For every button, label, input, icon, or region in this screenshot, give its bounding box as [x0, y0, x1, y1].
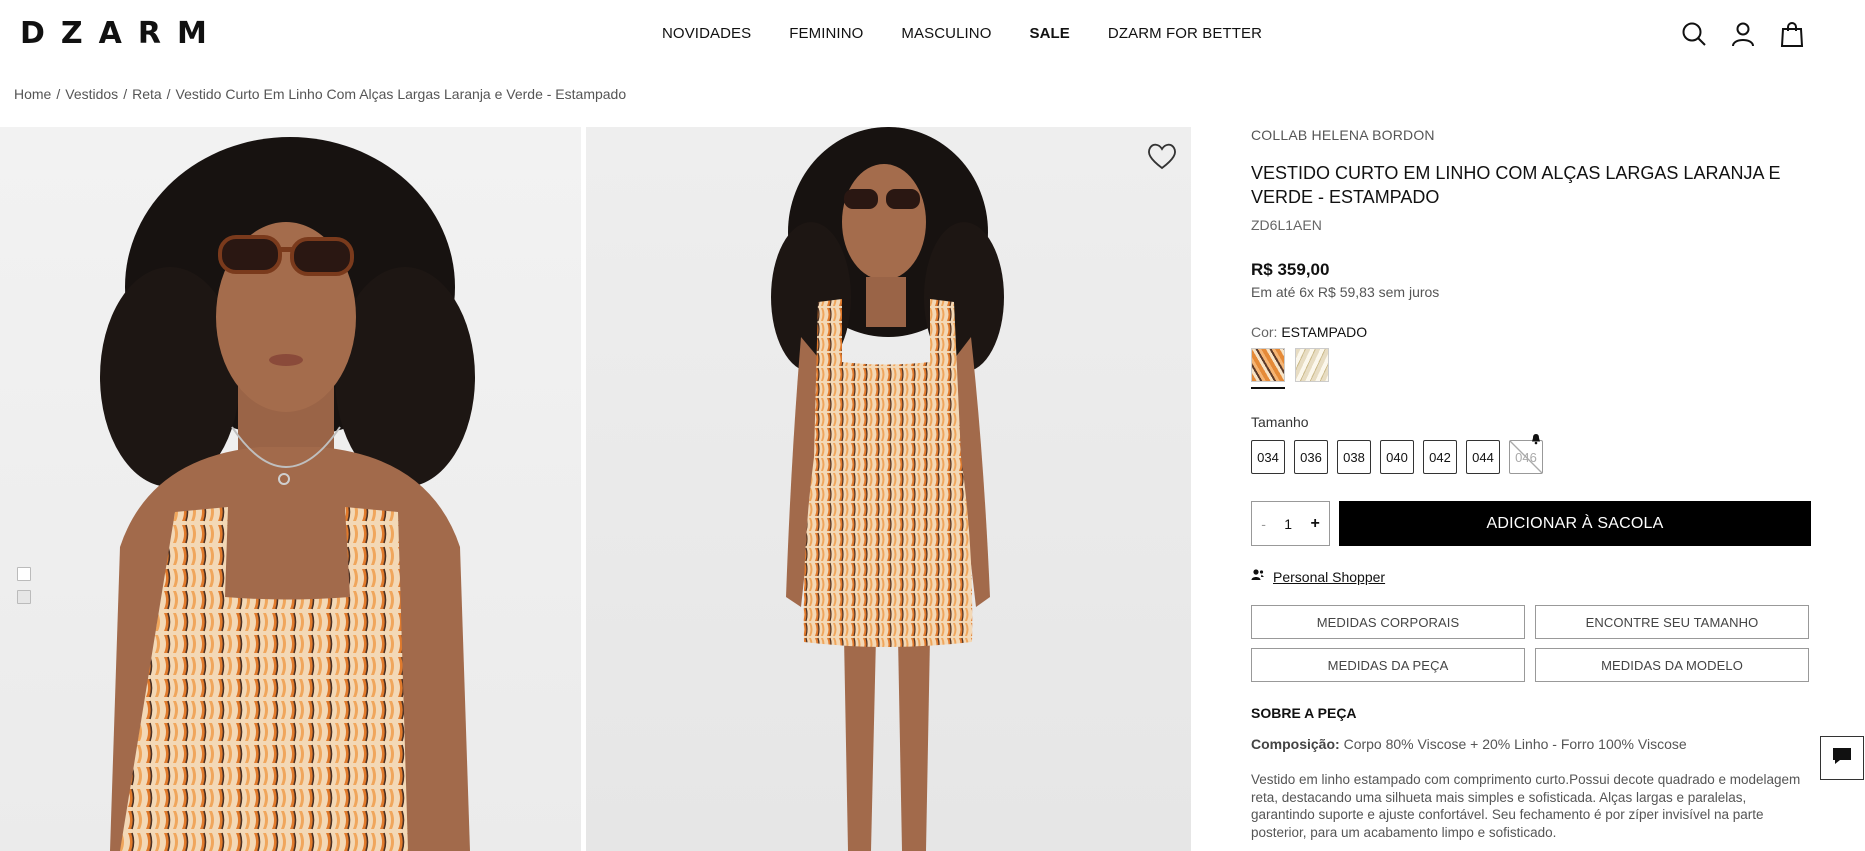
- nav-novidades[interactable]: NOVIDADES: [662, 25, 751, 42]
- quantity-value[interactable]: 1: [1284, 516, 1292, 532]
- breadcrumb-current: Vestido Curto Em Linho Com Alças Largas …: [175, 86, 627, 102]
- nav-sale[interactable]: SALE: [1030, 25, 1070, 42]
- breadcrumb-home[interactable]: Home: [14, 86, 51, 102]
- bag-icon[interactable]: [1778, 20, 1806, 48]
- breadcrumb-separator: /: [123, 86, 128, 102]
- chat-icon: [1831, 746, 1853, 771]
- measure-buttons: MEDIDAS CORPORAIS ENCONTRE SEU TAMANHO M…: [1251, 605, 1809, 682]
- nav-dzarm-for-better[interactable]: DZARM FOR BETTER: [1108, 25, 1262, 42]
- body-measurements-button[interactable]: MEDIDAS CORPORAIS: [1251, 605, 1525, 639]
- header-actions: [1680, 20, 1806, 48]
- quantity-decrease-button[interactable]: -: [1261, 516, 1266, 532]
- swatch-estampado[interactable]: [1251, 348, 1285, 389]
- image-dot[interactable]: [17, 590, 31, 604]
- swatch-alternate[interactable]: [1295, 348, 1329, 382]
- brand-logo[interactable]: DZARM: [20, 19, 223, 49]
- size-option[interactable]: 038: [1337, 440, 1371, 474]
- heart-icon[interactable]: [1146, 141, 1178, 171]
- nav-feminino[interactable]: FEMININO: [789, 25, 863, 42]
- personal-shopper-icon: [1251, 568, 1265, 585]
- product-sku: ZD6L1AEN: [1251, 217, 1322, 233]
- breadcrumb-separator: /: [56, 86, 61, 102]
- composition-label: Composição:: [1251, 736, 1340, 752]
- size-option[interactable]: 040: [1380, 440, 1414, 474]
- size-option[interactable]: 034: [1251, 440, 1285, 474]
- composition: Composição: Corpo 80% Viscose + 20% Linh…: [1251, 736, 1687, 752]
- product-info: COLLAB HELENA BORDON VESTIDO CURTO EM LI…: [1251, 127, 1811, 851]
- model-measurements-button[interactable]: MEDIDAS DA MODELO: [1535, 648, 1809, 682]
- color-swatches: [1251, 348, 1329, 389]
- product-title: VESTIDO CURTO EM LINHO COM ALÇAS LARGAS …: [1251, 163, 1781, 207]
- size-option[interactable]: 036: [1294, 440, 1328, 474]
- product-description: Vestido em linho estampado com comprimen…: [1251, 772, 1801, 840]
- product-price: R$ 359,00: [1251, 260, 1330, 279]
- add-to-bag-button[interactable]: ADICIONAR À SACOLA: [1339, 501, 1811, 546]
- installment-info: Em até 6x R$ 59,83 sem juros: [1251, 284, 1440, 300]
- size-option[interactable]: 042: [1423, 440, 1457, 474]
- size-label: Tamanho: [1251, 414, 1309, 430]
- product-image-full-body[interactable]: [586, 127, 1191, 851]
- personal-shopper-label[interactable]: Personal Shopper: [1273, 569, 1385, 585]
- breadcrumb-separator: /: [166, 86, 171, 102]
- garment-measurements-button[interactable]: MEDIDAS DA PEÇA: [1251, 648, 1525, 682]
- site-header: DZARM NOVIDADES FEMININO MASCULINO SALE …: [0, 0, 1865, 68]
- about-heading: SOBRE A PEÇA: [1251, 705, 1357, 721]
- color-label-text: Cor:: [1251, 324, 1278, 340]
- chat-button[interactable]: [1820, 736, 1864, 780]
- composition-value: Corpo 80% Viscose + 20% Linho - Forro 10…: [1343, 736, 1687, 752]
- breadcrumb-reta[interactable]: Reta: [132, 86, 162, 102]
- nav-masculino[interactable]: MASCULINO: [901, 25, 991, 42]
- breadcrumb: Home / Vestidos / Reta / Vestido Curto Em L…: [14, 86, 626, 102]
- personal-shopper-link[interactable]: Personal Shopper: [1251, 568, 1385, 585]
- product-image-front-closeup[interactable]: [0, 127, 581, 851]
- quantity-increase-button[interactable]: +: [1310, 515, 1319, 533]
- bell-icon[interactable]: [1530, 433, 1542, 448]
- image-dot-active[interactable]: [17, 567, 31, 581]
- image-pagination: [17, 567, 31, 604]
- breadcrumb-vestidos[interactable]: Vestidos: [65, 86, 118, 102]
- color-label: Cor: ESTAMPADO: [1251, 324, 1367, 340]
- user-icon[interactable]: [1729, 20, 1757, 48]
- search-icon[interactable]: [1680, 20, 1708, 48]
- main-nav: NOVIDADES FEMININO MASCULINO SALE DZARM …: [662, 25, 1262, 42]
- quantity-stepper: - 1 +: [1251, 501, 1330, 546]
- product-collection: COLLAB HELENA BORDON: [1251, 127, 1435, 143]
- color-value: ESTAMPADO: [1281, 324, 1368, 340]
- size-option[interactable]: 044: [1466, 440, 1500, 474]
- size-selector: 034 036 038 040 042 044 046: [1251, 440, 1543, 474]
- find-your-size-button[interactable]: ENCONTRE SEU TAMANHO: [1535, 605, 1809, 639]
